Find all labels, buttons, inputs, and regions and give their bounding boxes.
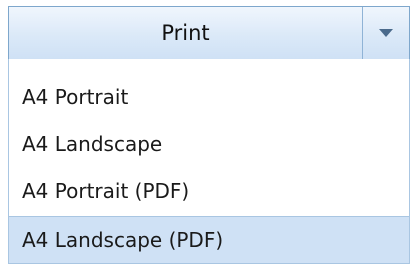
menu-item-a4-landscape[interactable]: A4 Landscape (9, 122, 409, 166)
chevron-down-icon (379, 29, 393, 37)
menu-item-a4-portrait[interactable]: A4 Portrait (9, 75, 409, 119)
print-button[interactable]: Print (9, 7, 362, 59)
menu-item-a4-landscape-pdf[interactable]: A4 Landscape (PDF) (9, 216, 409, 263)
print-options-menu: A4 Portrait A4 Landscape A4 Portrait (PD… (8, 59, 410, 264)
print-options-toggle[interactable] (363, 7, 409, 59)
menu-item-a4-portrait-pdf[interactable]: A4 Portrait (PDF) (9, 169, 409, 213)
print-split-button: Print (8, 6, 410, 60)
print-dropdown-widget: Print A4 Portrait A4 Landscape A4 Portra… (0, 0, 417, 266)
